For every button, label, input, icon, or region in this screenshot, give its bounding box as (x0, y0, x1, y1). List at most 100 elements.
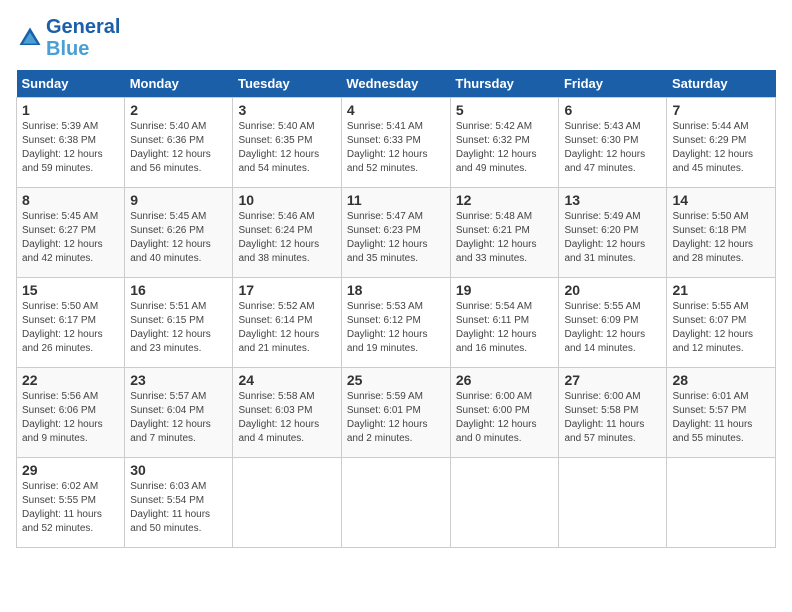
day-number: 11 (347, 192, 445, 208)
day-info: Sunrise: 5:50 AMSunset: 6:17 PMDaylight:… (22, 300, 119, 356)
day-info: Sunrise: 5:55 AMSunset: 6:09 PMDaylight:… (564, 300, 661, 356)
day-cell: 29 Sunrise: 6:02 AMSunset: 5:55 PMDayligh… (17, 458, 125, 548)
day-info: Sunrise: 5:42 AMSunset: 6:32 PMDaylight:… (456, 120, 554, 176)
day-cell: 30Sunrise: 6:03 AMSunset: 5:54 PMDayligh… (125, 458, 233, 548)
day-header-saturday: Saturday (667, 70, 776, 98)
day-cell: 14 Sunrise: 5:50 AMSunset: 6:18 PMDayligh… (667, 188, 776, 278)
day-info: Sunrise: 5:59 AMSunset: 6:01 PMDaylight:… (347, 390, 445, 446)
day-info: Sunrise: 5:53 AMSunset: 6:12 PMDaylight:… (347, 300, 445, 356)
day-info: Sunrise: 5:40 AMSunset: 6:35 PMDaylight:… (238, 120, 335, 176)
day-cell (667, 458, 776, 548)
day-cell: 18 Sunrise: 5:53 AMSunset: 6:12 PMDayligh… (341, 278, 450, 368)
day-cell: 6 Sunrise: 5:43 AMSunset: 6:30 PMDaylight… (559, 98, 667, 188)
day-number: 9 (130, 192, 227, 208)
logo-icon (16, 24, 44, 52)
day-info: Sunrise: 6:01 AMSunset: 5:57 PMDaylight:… (672, 390, 770, 446)
day-number: 18 (347, 282, 445, 298)
day-cell: 3Sunrise: 5:40 AMSunset: 6:35 PMDaylight… (233, 98, 341, 188)
day-info: Sunrise: 5:56 AMSunset: 6:06 PMDaylight:… (22, 390, 119, 446)
day-cell: 28 Sunrise: 6:01 AMSunset: 5:57 PMDayligh… (667, 368, 776, 458)
day-number: 14 (672, 192, 770, 208)
day-number: 27 (564, 372, 661, 388)
day-cell: 7 Sunrise: 5:44 AMSunset: 6:29 PMDaylight… (667, 98, 776, 188)
day-info: Sunrise: 5:54 AMSunset: 6:11 PMDaylight:… (456, 300, 554, 356)
day-number: 28 (672, 372, 770, 388)
day-info: Sunrise: 5:55 AMSunset: 6:07 PMDaylight:… (672, 300, 770, 356)
day-number: 10 (238, 192, 335, 208)
day-number: 12 (456, 192, 554, 208)
day-cell: 22 Sunrise: 5:56 AMSunset: 6:06 PMDayligh… (17, 368, 125, 458)
page-header: General Blue (16, 16, 776, 60)
day-number: 8 (22, 192, 119, 208)
day-cell: 26 Sunrise: 6:00 AMSunset: 6:00 PMDayligh… (450, 368, 559, 458)
day-cell (450, 458, 559, 548)
day-number: 2 (130, 102, 227, 118)
day-header-thursday: Thursday (450, 70, 559, 98)
day-cell (341, 458, 450, 548)
day-cell: 21Sunrise: 5:55 AMSunset: 6:07 PMDayligh… (667, 278, 776, 368)
day-info: Sunrise: 5:47 AMSunset: 6:23 PMDaylight:… (347, 210, 445, 266)
day-number: 15 (22, 282, 119, 298)
day-cell: 20 Sunrise: 5:55 AMSunset: 6:09 PMDayligh… (559, 278, 667, 368)
day-header-wednesday: Wednesday (341, 70, 450, 98)
calendar-table: SundayMondayTuesdayWednesdayThursdayFrid… (16, 70, 776, 548)
day-number: 7 (672, 102, 770, 118)
logo-text: General Blue (46, 16, 120, 60)
day-cell: 1 Sunrise: 5:39 AMSunset: 6:38 PMDaylight… (17, 98, 125, 188)
week-row-3: 15 Sunrise: 5:50 AMSunset: 6:17 PMDayligh… (17, 278, 776, 368)
day-info: Sunrise: 5:49 AMSunset: 6:20 PMDaylight:… (564, 210, 661, 266)
day-info: Sunrise: 5:57 AMSunset: 6:04 PMDaylight:… (130, 390, 227, 446)
header-row: SundayMondayTuesdayWednesdayThursdayFrid… (17, 70, 776, 98)
day-cell: 27 Sunrise: 6:00 AMSunset: 5:58 PMDayligh… (559, 368, 667, 458)
day-number: 16 (130, 282, 227, 298)
day-info: Sunrise: 6:03 AMSunset: 5:54 PMDaylight:… (130, 480, 227, 536)
day-cell (559, 458, 667, 548)
day-cell: 8 Sunrise: 5:45 AMSunset: 6:27 PMDaylight… (17, 188, 125, 278)
day-number: 6 (564, 102, 661, 118)
logo: General Blue (16, 16, 120, 60)
day-info: Sunrise: 5:45 AMSunset: 6:26 PMDaylight:… (130, 210, 227, 266)
day-info: Sunrise: 6:00 AMSunset: 5:58 PMDaylight:… (564, 390, 661, 446)
day-cell: 10 Sunrise: 5:46 AMSunset: 6:24 PMDayligh… (233, 188, 341, 278)
day-header-friday: Friday (559, 70, 667, 98)
day-header-monday: Monday (125, 70, 233, 98)
day-info: Sunrise: 5:46 AMSunset: 6:24 PMDaylight:… (238, 210, 335, 266)
day-number: 20 (564, 282, 661, 298)
day-cell: 17 Sunrise: 5:52 AMSunset: 6:14 PMDayligh… (233, 278, 341, 368)
day-info: Sunrise: 5:51 AMSunset: 6:15 PMDaylight:… (130, 300, 227, 356)
day-info: Sunrise: 5:50 AMSunset: 6:18 PMDaylight:… (672, 210, 770, 266)
day-info: Sunrise: 5:44 AMSunset: 6:29 PMDaylight:… (672, 120, 770, 176)
day-info: Sunrise: 5:52 AMSunset: 6:14 PMDaylight:… (238, 300, 335, 356)
day-cell: 16 Sunrise: 5:51 AMSunset: 6:15 PMDayligh… (125, 278, 233, 368)
day-info: Sunrise: 5:48 AMSunset: 6:21 PMDaylight:… (456, 210, 554, 266)
day-info: Sunrise: 6:02 AMSunset: 5:55 PMDaylight:… (22, 480, 119, 536)
day-number: 26 (456, 372, 554, 388)
day-cell: 2Sunrise: 5:40 AMSunset: 6:36 PMDaylight… (125, 98, 233, 188)
week-row-4: 22 Sunrise: 5:56 AMSunset: 6:06 PMDayligh… (17, 368, 776, 458)
day-number: 24 (238, 372, 335, 388)
day-number: 17 (238, 282, 335, 298)
week-row-1: 1 Sunrise: 5:39 AMSunset: 6:38 PMDaylight… (17, 98, 776, 188)
day-cell: 15 Sunrise: 5:50 AMSunset: 6:17 PMDayligh… (17, 278, 125, 368)
day-number: 22 (22, 372, 119, 388)
day-info: Sunrise: 5:45 AMSunset: 6:27 PMDaylight:… (22, 210, 119, 266)
day-number: 19 (456, 282, 554, 298)
day-info: Sunrise: 6:00 AMSunset: 6:00 PMDaylight:… (456, 390, 554, 446)
day-header-sunday: Sunday (17, 70, 125, 98)
day-cell (233, 458, 341, 548)
day-number: 1 (22, 102, 119, 118)
day-number: 25 (347, 372, 445, 388)
day-cell: 11 Sunrise: 5:47 AMSunset: 6:23 PMDayligh… (341, 188, 450, 278)
day-number: 29 (22, 462, 119, 478)
day-cell: 4 Sunrise: 5:41 AMSunset: 6:33 PMDaylight… (341, 98, 450, 188)
day-cell: 24 Sunrise: 5:58 AMSunset: 6:03 PMDayligh… (233, 368, 341, 458)
day-info: Sunrise: 5:58 AMSunset: 6:03 PMDaylight:… (238, 390, 335, 446)
day-cell: 25 Sunrise: 5:59 AMSunset: 6:01 PMDayligh… (341, 368, 450, 458)
day-cell: 19 Sunrise: 5:54 AMSunset: 6:11 PMDayligh… (450, 278, 559, 368)
day-info: Sunrise: 5:43 AMSunset: 6:30 PMDaylight:… (564, 120, 661, 176)
day-info: Sunrise: 5:41 AMSunset: 6:33 PMDaylight:… (347, 120, 445, 176)
day-info: Sunrise: 5:39 AMSunset: 6:38 PMDaylight:… (22, 120, 119, 176)
day-number: 4 (347, 102, 445, 118)
day-number: 23 (130, 372, 227, 388)
day-cell: 23 Sunrise: 5:57 AMSunset: 6:04 PMDayligh… (125, 368, 233, 458)
